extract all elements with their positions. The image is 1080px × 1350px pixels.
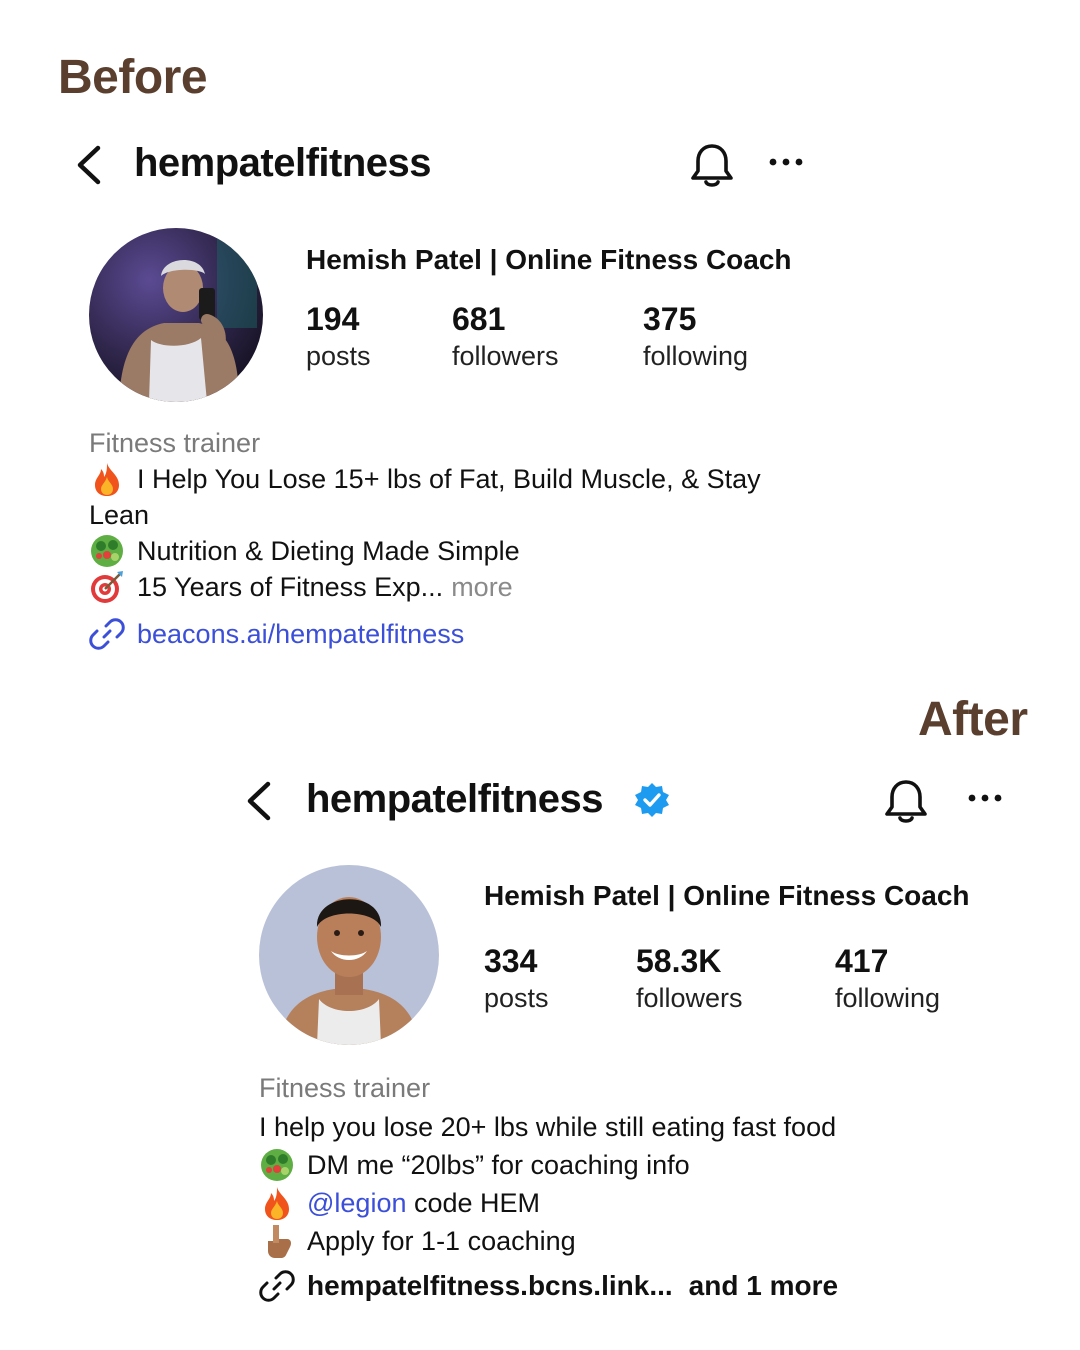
external-link[interactable]: beacons.ai/hempatelfitness xyxy=(89,616,464,652)
followers-count[interactable]: 58.3K followers xyxy=(636,942,743,1016)
bio-line: Lean xyxy=(89,497,761,533)
notifications-button[interactable] xyxy=(688,140,736,190)
following-count[interactable]: 417 following xyxy=(835,942,940,1016)
fire-emoji xyxy=(95,463,119,496)
profile-header: hempatelfitness xyxy=(72,130,892,200)
link-text: beacons.ai/hempatelfitness xyxy=(137,618,465,649)
display-name: Hemish Patel | Online Fitness Coach xyxy=(306,244,792,275)
chevron-left-icon xyxy=(247,781,271,821)
following-label: following xyxy=(643,341,749,371)
bell-icon xyxy=(885,780,927,823)
profile-header: hempatelfitness xyxy=(242,766,1062,836)
avatar-photo xyxy=(259,865,439,1045)
link-icon xyxy=(89,618,125,650)
external-link[interactable]: hempatelfitness.bcns.link... and 1 more xyxy=(259,1268,838,1304)
bio-line: @legion code HEM xyxy=(259,1184,836,1222)
bio-line: DM me “20lbs” for coaching info xyxy=(259,1146,836,1184)
bio-text: I Help You Lose 15+ lbs of Fat, Build Mu… xyxy=(137,464,761,494)
following-label: following xyxy=(835,983,941,1013)
bio: I help you lose 20+ lbs while still eati… xyxy=(259,1108,836,1260)
category-label: Fitness trainer xyxy=(89,428,261,458)
posts-number: 194 xyxy=(306,301,360,337)
avatar-photo xyxy=(89,228,263,402)
followers-label: followers xyxy=(452,341,559,371)
verified-badge-icon xyxy=(634,782,670,818)
profile-username: hempatelfitness xyxy=(134,141,432,185)
following-count[interactable]: 375 following xyxy=(643,300,748,374)
bio-text: Nutrition & Dieting Made Simple xyxy=(137,536,520,566)
display-name: Hemish Patel | Online Fitness Coach xyxy=(484,880,970,911)
followers-label: followers xyxy=(636,983,743,1013)
bell-icon xyxy=(691,144,733,187)
before-label: Before xyxy=(58,51,208,104)
posts-label: posts xyxy=(306,341,371,371)
after-label: After xyxy=(918,693,1028,746)
bio-line: Nutrition & Dieting Made Simple xyxy=(89,533,761,569)
fire-emoji xyxy=(265,1187,289,1220)
target-emoji xyxy=(91,571,123,603)
bio-text: Apply for 1-1 coaching xyxy=(307,1226,576,1256)
following-number: 417 xyxy=(835,943,889,979)
bio-line: I Help You Lose 15+ lbs of Fat, Build Mu… xyxy=(89,461,761,497)
link-text: hempatelfitness.bcns.link... xyxy=(307,1270,673,1301)
following-number: 375 xyxy=(643,301,697,337)
avatar[interactable] xyxy=(259,865,439,1045)
salad-emoji xyxy=(261,1149,293,1181)
more-horizontal-icon xyxy=(968,794,1002,802)
before-profile: hempatelfitness Hemish Patel | Online Fi… xyxy=(72,130,892,670)
followers-number: 681 xyxy=(452,301,506,337)
avatar[interactable] xyxy=(89,228,263,402)
bio-more-link[interactable]: more xyxy=(451,569,513,605)
posts-count[interactable]: 334 posts xyxy=(484,942,549,1016)
profile-username: hempatelfitness xyxy=(306,777,604,821)
after-profile: hempatelfitness Hemish Patel | Online Fi… xyxy=(242,766,1062,1306)
bio-text: DM me “20lbs” for coaching info xyxy=(307,1150,690,1180)
bio-text: I help you lose 20+ lbs while still eati… xyxy=(259,1112,837,1142)
posts-label: posts xyxy=(484,983,549,1013)
salad-emoji xyxy=(91,535,123,567)
bio: I Help You Lose 15+ lbs of Fat, Build Mu… xyxy=(89,461,761,605)
bio-text: code HEM xyxy=(406,1188,541,1218)
posts-count[interactable]: 194 posts xyxy=(306,300,371,374)
back-button[interactable] xyxy=(242,778,282,824)
pointing-down-emoji xyxy=(268,1225,291,1258)
followers-count[interactable]: 681 followers xyxy=(452,300,559,374)
more-options-button[interactable] xyxy=(966,790,1006,814)
category-label: Fitness trainer xyxy=(259,1073,431,1103)
bio-text: 15 Years of Fitness Exp... xyxy=(137,572,444,602)
legion-mention-link[interactable]: @legion xyxy=(307,1184,406,1222)
bio-line: I help you lose 20+ lbs while still eati… xyxy=(259,1108,836,1146)
notifications-button[interactable] xyxy=(882,776,930,826)
more-horizontal-icon xyxy=(769,158,803,166)
more-options-button[interactable] xyxy=(767,154,807,178)
link-icon xyxy=(259,1270,295,1302)
followers-number: 58.3K xyxy=(636,943,722,979)
link-more[interactable]: and 1 more xyxy=(689,1270,838,1302)
bio-line: 15 Years of Fitness Exp... more xyxy=(89,569,761,605)
posts-number: 334 xyxy=(484,943,538,979)
bio-line: Apply for 1-1 coaching xyxy=(259,1222,836,1260)
chevron-left-icon xyxy=(77,145,101,185)
back-button[interactable] xyxy=(72,142,112,188)
bio-text: Lean xyxy=(89,500,150,530)
